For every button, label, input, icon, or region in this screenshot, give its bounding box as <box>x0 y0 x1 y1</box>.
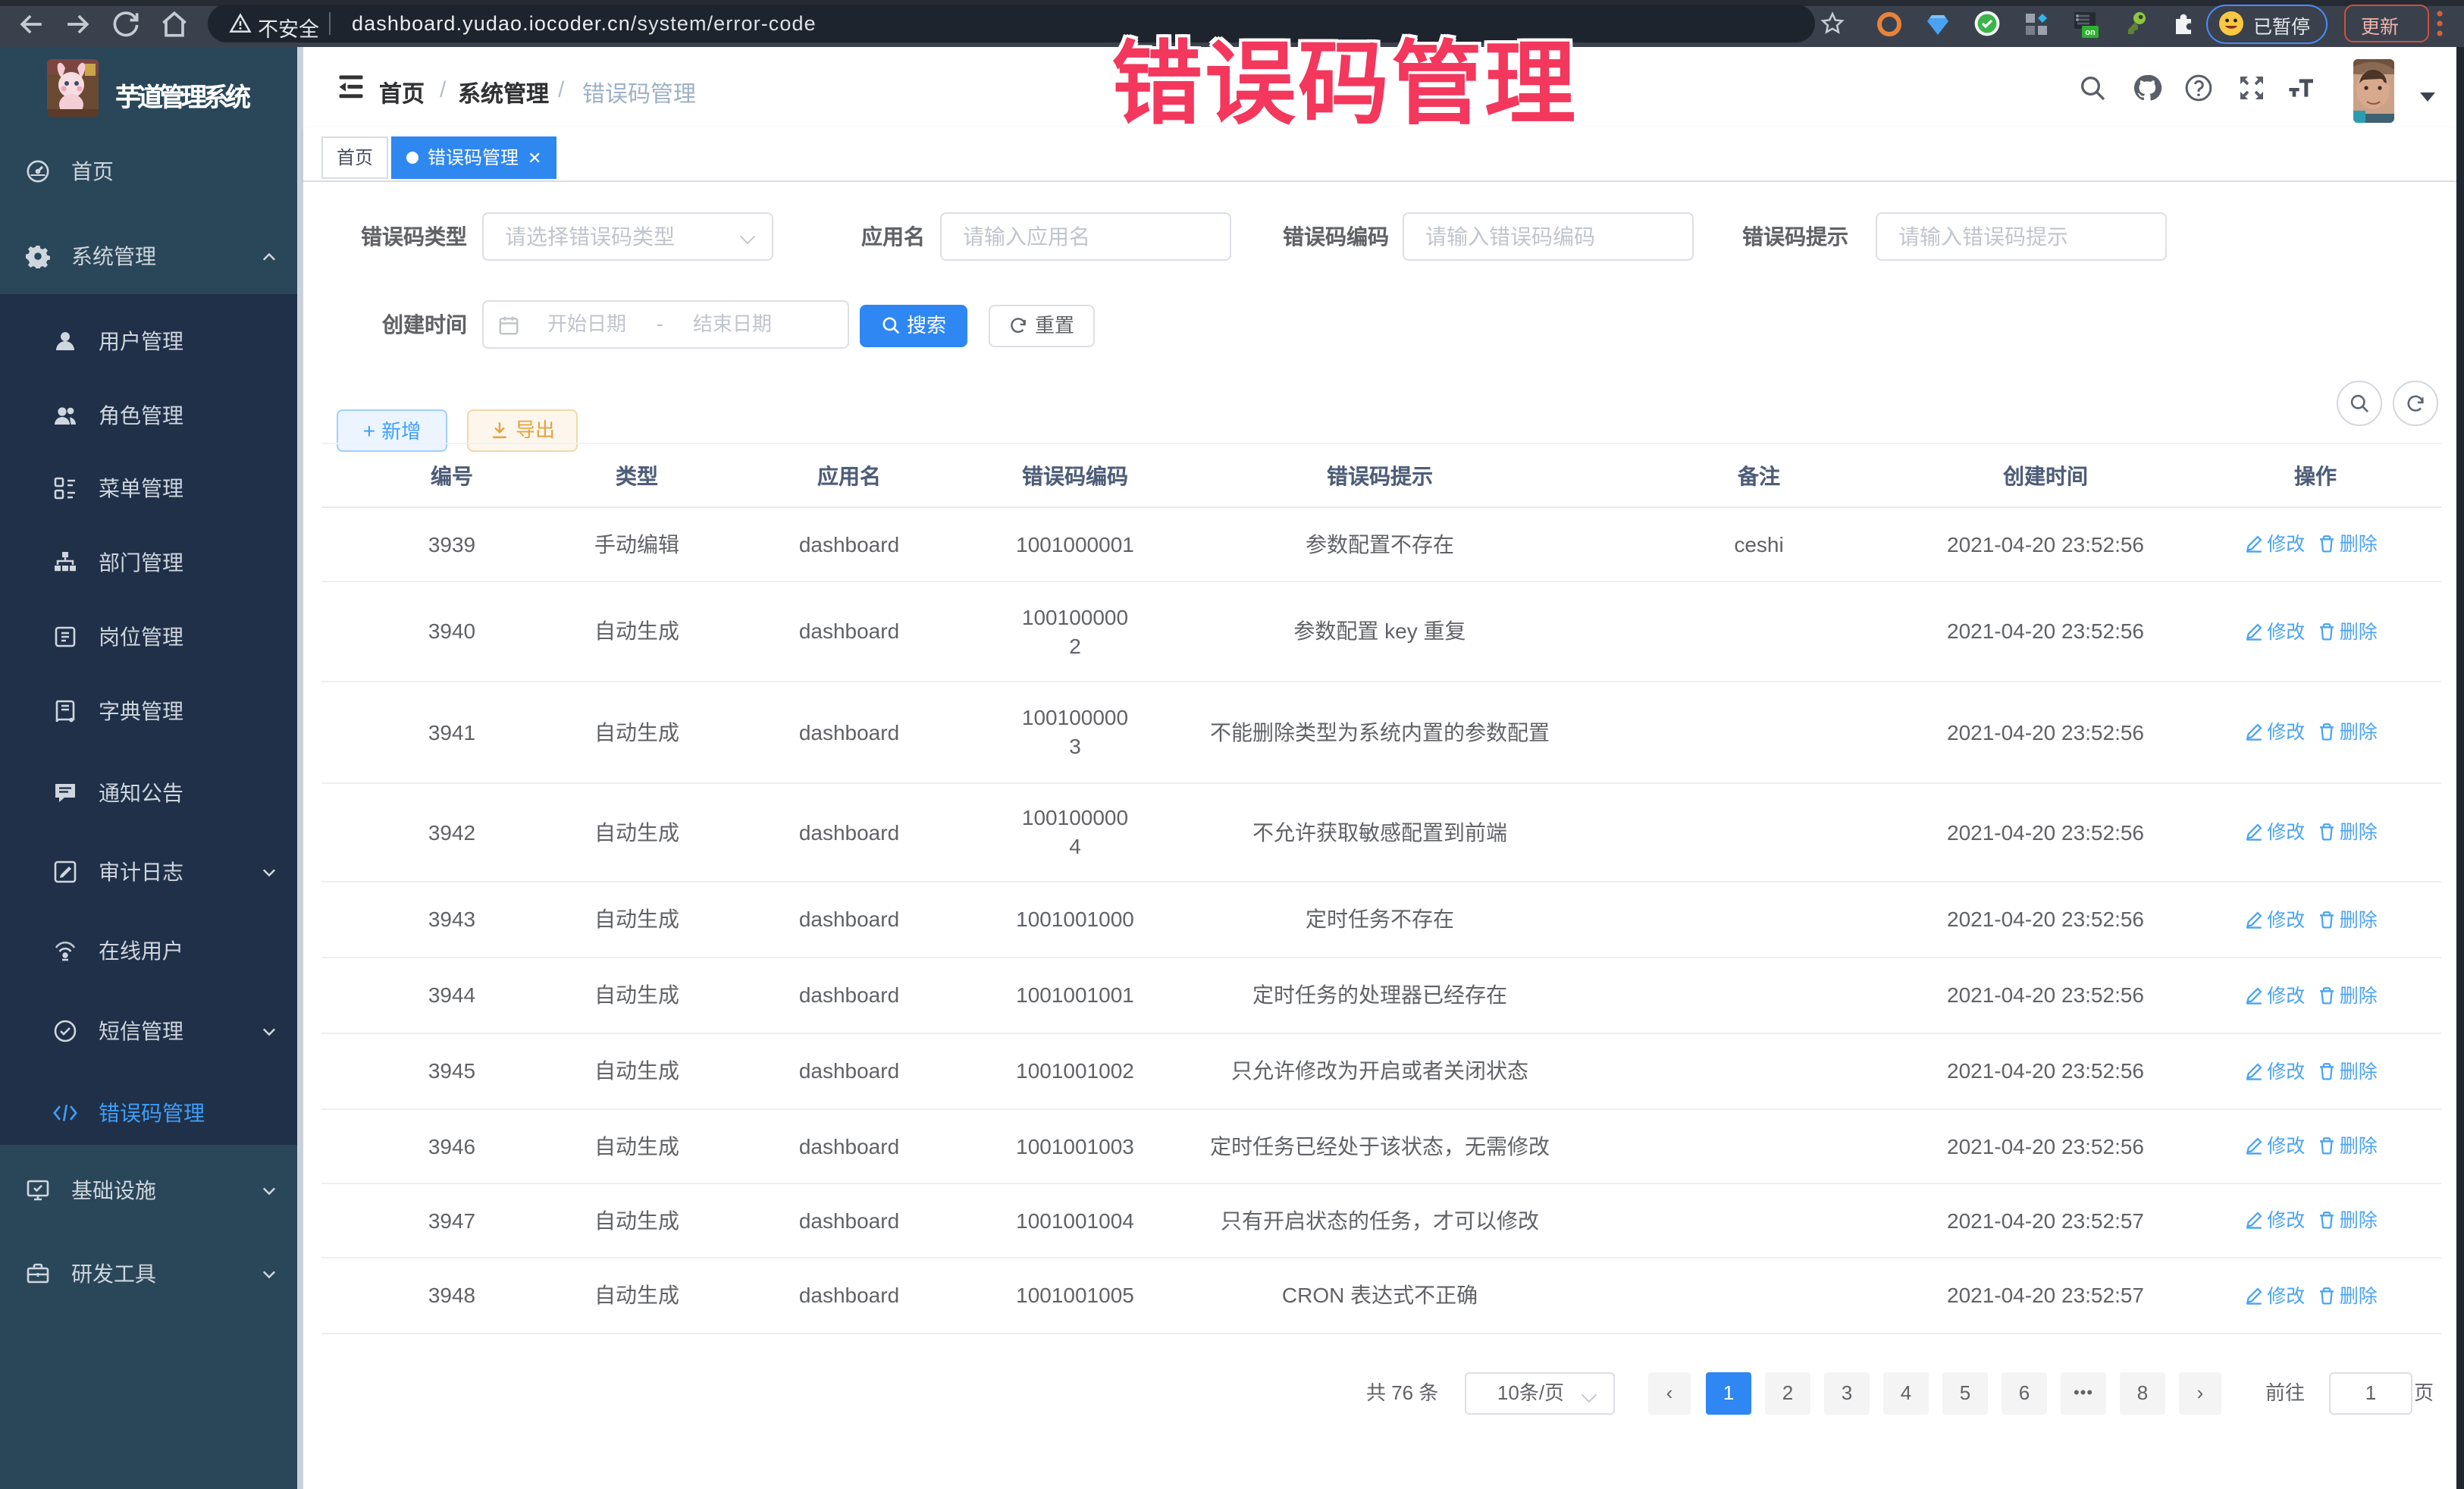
svg-text:on: on <box>2085 28 2096 37</box>
